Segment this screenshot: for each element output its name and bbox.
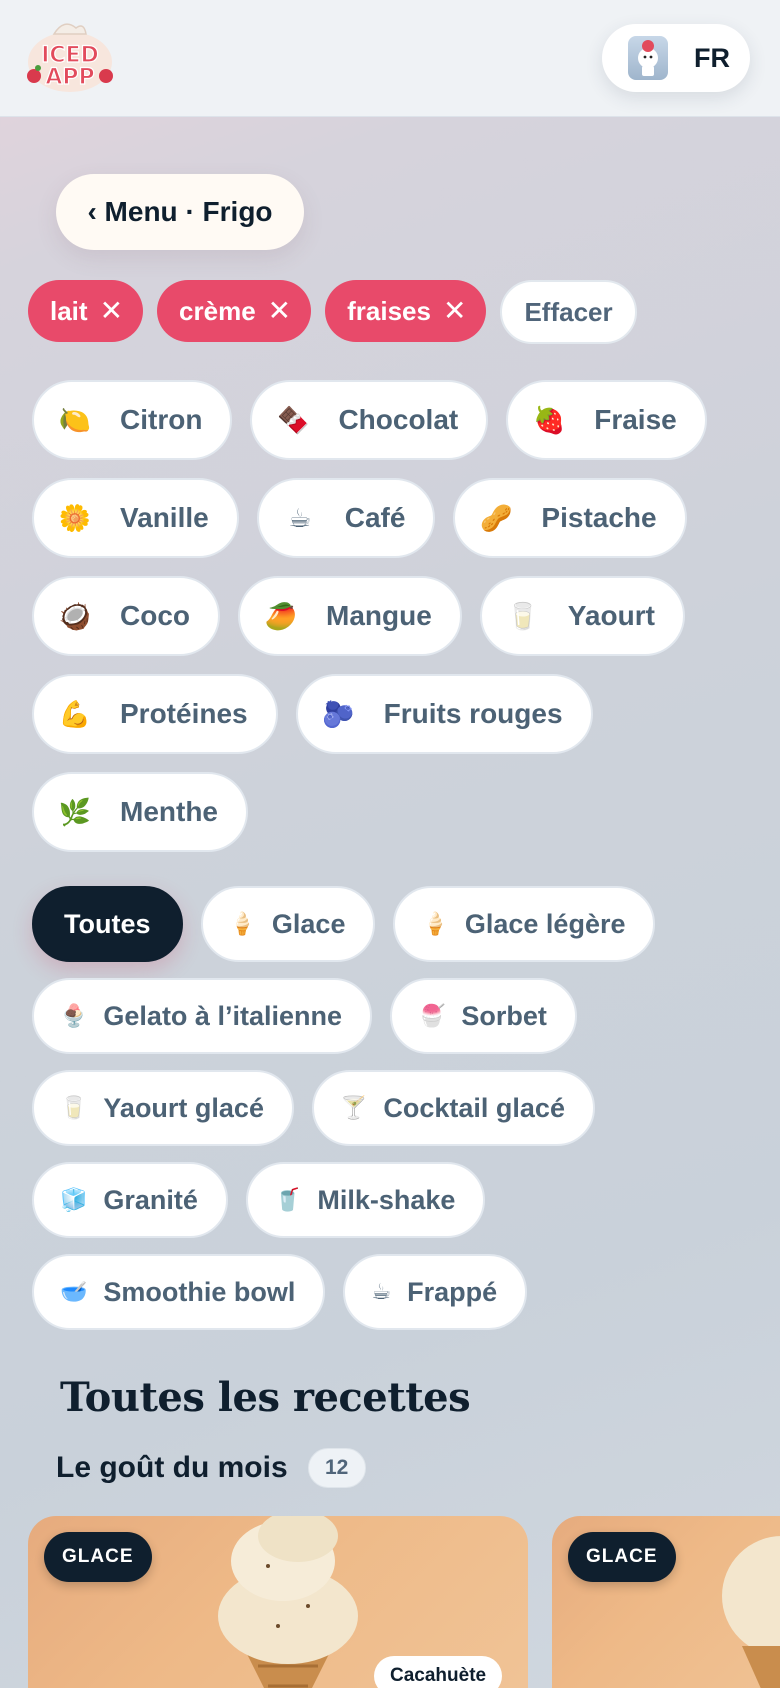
ice-cream-cup-icon: 🍨 (60, 1003, 88, 1028)
ingredient-label: Fruits rouges (383, 698, 563, 729)
ice-cube-icon: 🧊 (60, 1187, 88, 1212)
ingredient-chip-cafe[interactable]: ☕ Café (256, 478, 436, 558)
selected-filter-lait[interactable]: lait ✕ (28, 280, 144, 342)
flavor-of-month-title: Le goût du mois (56, 1451, 288, 1484)
category-label: Frappé (407, 1276, 498, 1307)
close-icon[interactable]: ✕ (100, 297, 123, 325)
category-label: Yaourt glacé (103, 1092, 264, 1123)
iced-app-logo[interactable]: ICED APP (24, 18, 116, 98)
ice-cream-cone-icon: 🍦 (421, 911, 449, 936)
svg-text:APP: APP (45, 65, 94, 90)
category-chip-frappe[interactable]: ☕ Frappé (343, 1254, 528, 1330)
ingredient-chip-proteines[interactable]: 💪 Protéines (32, 674, 278, 754)
bowl-with-spoon-icon: 🥣 (60, 1279, 88, 1304)
ingredient-label: Mangue (326, 600, 432, 631)
recipe-count-badge: 12 (307, 1448, 366, 1488)
category-chip-smoothie-bowl[interactable]: 🥣 Smoothie bowl (32, 1254, 326, 1330)
ingredient-label: Protéines (120, 698, 248, 729)
close-icon[interactable]: ✕ (268, 297, 291, 325)
peanut-icon: 🥜 (480, 502, 513, 533)
close-icon[interactable]: ✕ (443, 297, 466, 325)
ingredient-chip-chocolat[interactable]: 🍫 Chocolat (250, 380, 489, 460)
chocolate-icon: 🍫 (277, 404, 310, 435)
ingredient-label: Café (344, 502, 406, 533)
blueberries-icon: 🫐 (322, 698, 355, 729)
category-label: Glace légère (464, 908, 626, 939)
selected-filter-fraises[interactable]: fraises ✕ (325, 280, 487, 342)
coffee-icon: ☕ (371, 1279, 392, 1304)
category-label: Granité (103, 1184, 198, 1215)
selected-filter-label: lait (50, 295, 88, 326)
category-label: Sorbet (461, 1000, 547, 1031)
milk-glass-icon: 🥛 (60, 1095, 88, 1120)
flavor-of-month-header: Le goût du mois 12 (56, 1448, 366, 1488)
milk-glass-icon: 🥛 (506, 600, 539, 631)
all-recipes-title: Toutes les recettes (60, 1374, 471, 1421)
ice-cream-image (218, 1516, 358, 1688)
ingredient-label: Pistache (541, 502, 657, 533)
category-chip-granite[interactable]: 🧊 Granité (32, 1162, 228, 1238)
selected-filter-creme[interactable]: crème ✕ (157, 280, 312, 342)
category-label: Smoothie bowl (103, 1276, 296, 1307)
ingredient-label: Fraise (594, 404, 677, 435)
category-chip-glace-legere[interactable]: 🍦 Glace légère (393, 886, 656, 962)
selected-filter-label: fraises (347, 295, 431, 326)
category-chip-cocktail-glace[interactable]: 🍸 Cocktail glacé (311, 1070, 595, 1146)
clear-filters-button[interactable]: Effacer (500, 280, 637, 344)
language-switch-button[interactable]: FR (602, 24, 750, 92)
language-label: FR (694, 42, 730, 73)
ingredient-label: Coco (120, 600, 190, 631)
ingredient-chip-mangue[interactable]: 🥭 Mangue (238, 576, 462, 656)
category-tag: GLACE (44, 1532, 152, 1582)
ingredient-chip-fraise[interactable]: 🍓 Fraise (506, 380, 707, 460)
flower-icon: 🌼 (58, 502, 92, 533)
flexed-biceps-icon: 💪 (58, 698, 92, 729)
herb-icon: 🌿 (58, 796, 92, 827)
category-chip-gelato[interactable]: 🍨 Gelato à l’italienne (32, 978, 372, 1054)
category-label: Glace (271, 908, 346, 939)
ice-cream-image (722, 1536, 780, 1688)
category-chip-sorbet[interactable]: 🍧 Sorbet (389, 978, 577, 1054)
cocktail-glass-icon: 🍸 (339, 1095, 368, 1120)
category-chip-milk-shake[interactable]: 🥤 Milk-shake (245, 1162, 486, 1238)
ingredient-label: Citron (120, 404, 203, 435)
ingredient-chip-citron[interactable]: 🍋 Citron (32, 380, 233, 460)
selected-filters-row: lait ✕ crème ✕ fraises ✕ Effacer (28, 280, 637, 344)
ingredient-label: Chocolat (338, 404, 459, 435)
category-label: Gelato à l’italienne (103, 1000, 342, 1031)
category-label: Toutes (64, 908, 151, 939)
category-label: Milk-shake (317, 1184, 456, 1215)
shaved-ice-icon: 🍧 (417, 1003, 446, 1028)
strawberry-icon: 🍓 (533, 404, 566, 435)
category-tag: GLACE (568, 1532, 676, 1582)
ingredient-chips: 🍋 Citron 🍫 Chocolat 🍓 Fraise 🌼 Vanille ☕… (32, 380, 732, 852)
flavor-pill: Cacahuète (374, 1656, 503, 1688)
coffee-icon: ☕ (288, 502, 312, 533)
recipe-card[interactable]: GLACE Cacahuète (28, 1516, 528, 1688)
cup-with-straw-icon: 🥤 (273, 1187, 302, 1212)
ingredient-chip-pistache[interactable]: 🥜 Pistache (453, 478, 687, 558)
category-chip-glace[interactable]: 🍦 Glace (200, 886, 376, 962)
category-chip-toutes[interactable]: Toutes (32, 886, 183, 962)
lemon-icon: 🍋 (58, 404, 92, 435)
ingredient-chip-menthe[interactable]: 🌿 Menthe (32, 772, 248, 852)
coconut-icon: 🥥 (58, 600, 92, 631)
ingredient-label: Menthe (120, 796, 218, 827)
ingredient-chip-vanille[interactable]: 🌼 Vanille (32, 478, 239, 558)
ingredient-label: Vanille (120, 502, 209, 533)
ingredient-chip-fruits-rouges[interactable]: 🫐 Fruits rouges (295, 674, 593, 754)
mango-icon: 🥭 (264, 600, 298, 631)
recipe-card[interactable]: GLACE (552, 1516, 780, 1688)
selected-filter-label: crème (179, 295, 256, 326)
back-menu-frigo-button[interactable]: ‹ Menu · Frigo (56, 174, 304, 250)
ingredient-label: Yaourt (567, 600, 655, 631)
category-chip-yaourt-glace[interactable]: 🥛 Yaourt glacé (32, 1070, 294, 1146)
ingredient-chip-yaourt[interactable]: 🥛 Yaourt (479, 576, 685, 656)
top-header: ICED APP FR (0, 0, 780, 117)
ice-cream-cone-icon: 🍦 (228, 911, 256, 936)
category-label: Cocktail glacé (383, 1092, 565, 1123)
category-chips: Toutes 🍦 Glace 🍦 Glace légère 🍨 Gelato à… (32, 886, 732, 1330)
mascot-avatar (628, 36, 668, 80)
ingredient-chip-coco[interactable]: 🥥 Coco (32, 576, 220, 656)
